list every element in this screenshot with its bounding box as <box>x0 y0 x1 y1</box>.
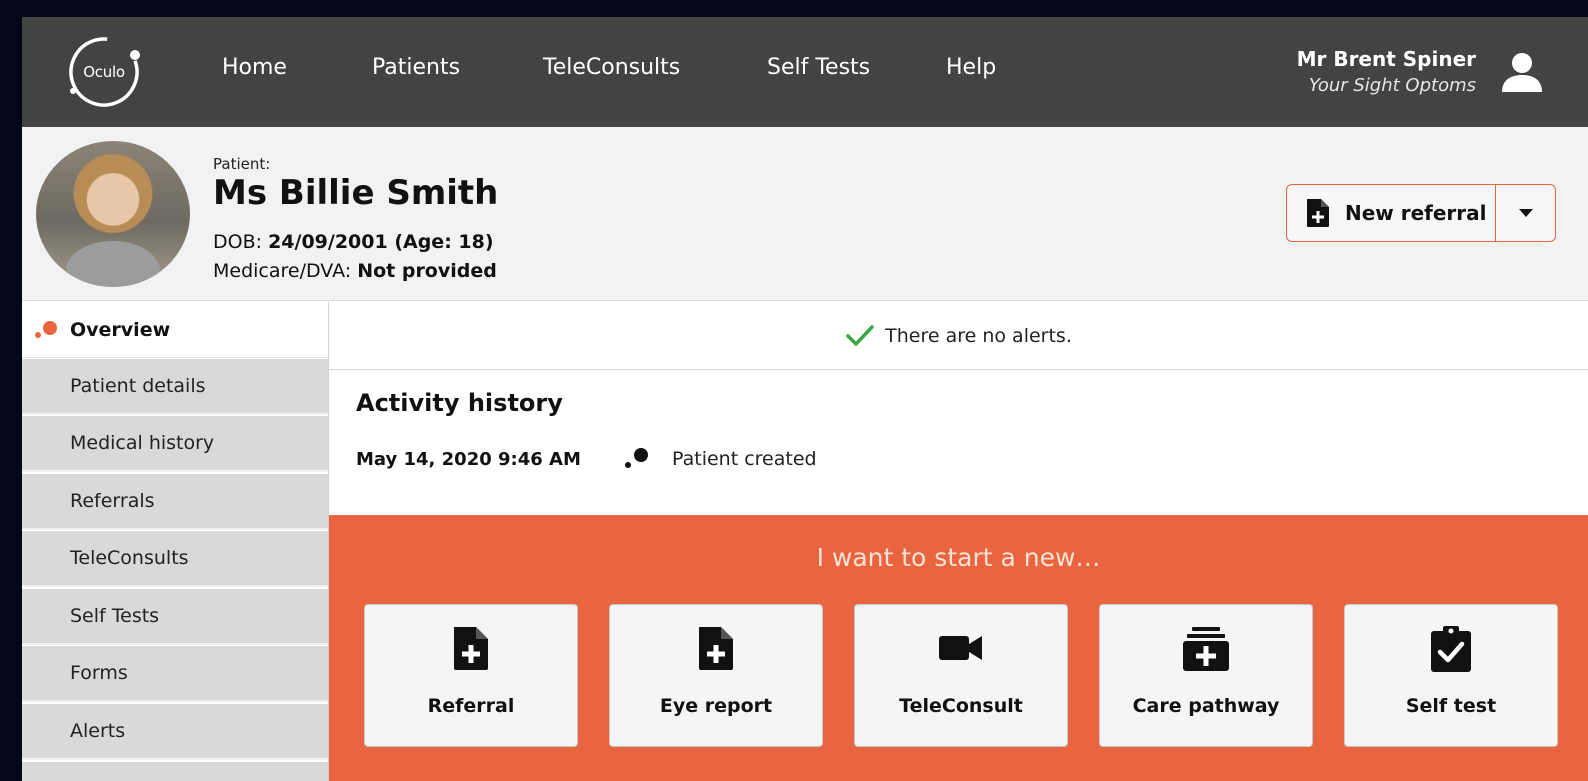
start-care-pathway-card[interactable]: Care pathway <box>1099 604 1313 747</box>
patient-label: Patient: <box>213 155 271 173</box>
sidebar-item-label: Medical history <box>70 432 215 454</box>
start-self-test-card[interactable]: Self test <box>1344 604 1558 747</box>
start-teleconsult-card[interactable]: TeleConsult <box>854 604 1068 747</box>
new-referral-dropdown-toggle[interactable] <box>1495 185 1555 241</box>
sidebar-item-label: Forms <box>70 662 128 684</box>
card-label: Care pathway <box>1132 695 1280 717</box>
nav-self-tests[interactable]: Self Tests <box>767 55 870 80</box>
top-nav-bar: Oculo Home Patients TeleConsults Self Te… <box>22 17 1588 127</box>
pathway-plus-icon <box>1100 625 1312 673</box>
patient-medicare: Medicare/DVA: Not provided <box>213 260 497 282</box>
sidebar-item-alerts[interactable]: Alerts <box>22 704 328 760</box>
new-referral-label: New referral <box>1345 201 1487 225</box>
card-label: Referral <box>427 695 515 717</box>
activity-date: May 14, 2020 9:46 AM <box>356 448 581 470</box>
caret-down-icon <box>1518 209 1533 217</box>
activity-text: Patient created <box>672 448 817 470</box>
avatar-shoulders <box>66 241 160 287</box>
nav-patients[interactable]: Patients <box>372 55 460 80</box>
alerts-banner: There are no alerts. <box>329 302 1588 370</box>
sidebar-item-overview[interactable]: Overview <box>22 302 328 358</box>
sidebar-item-label: Patient details <box>70 375 206 397</box>
dob-label: DOB: <box>213 231 269 253</box>
sidebar-item-patient-details[interactable]: Patient details <box>22 359 328 415</box>
sidebar-item-self-tests[interactable]: Self Tests <box>22 589 328 645</box>
start-new-panel: I want to start a new… Referral Eye repo… <box>329 515 1588 781</box>
file-plus-icon <box>365 625 577 673</box>
nav-teleconsults[interactable]: TeleConsults <box>543 55 680 80</box>
sidebar-item-label: Alerts <box>70 720 126 742</box>
app-window: Oculo Home Patients TeleConsults Self Te… <box>22 17 1588 781</box>
sidebar-item-more[interactable] <box>22 762 328 781</box>
alerts-text: There are no alerts. <box>885 324 1072 347</box>
patient-sidebar: Overview Patient details Medical history… <box>22 302 328 781</box>
nav-home[interactable]: Home <box>222 55 287 80</box>
clipboard-check-icon <box>1345 625 1557 673</box>
sidebar-item-label: Self Tests <box>70 605 160 627</box>
patient-header: Patient: Ms Billie Smith DOB: 24/09/2001… <box>22 127 1588 301</box>
sidebar-item-label: TeleConsults <box>70 547 189 569</box>
checkmark-icon <box>846 324 874 346</box>
start-new-title: I want to start a new… <box>816 543 1101 572</box>
new-referral-button-group: New referral <box>1286 184 1556 242</box>
activity-history-title: Activity history <box>356 389 563 417</box>
user-icon[interactable] <box>1500 50 1544 94</box>
sidebar-item-forms[interactable]: Forms <box>22 646 328 702</box>
nav-help[interactable]: Help <box>946 55 996 80</box>
activity-dot-icon <box>625 448 648 468</box>
card-label: TeleConsult <box>899 695 1023 717</box>
active-indicator-icon <box>35 321 57 338</box>
patient-name: Ms Billie Smith <box>213 173 499 213</box>
sidebar-item-medical-history[interactable]: Medical history <box>22 416 328 472</box>
video-camera-icon <box>855 625 1067 673</box>
dob-value: 24/09/2001 (Age: 18) <box>268 231 494 253</box>
activity-entry: May 14, 2020 9:46 AM Patient created <box>356 445 817 473</box>
logo-text: Oculo <box>83 63 125 81</box>
start-referral-card[interactable]: Referral <box>364 604 578 747</box>
medicare-value: Not provided <box>357 260 497 282</box>
user-name: Mr Brent Spiner <box>1296 47 1476 71</box>
card-label: Self test <box>1405 695 1497 717</box>
sidebar-item-label: Overview <box>70 318 171 341</box>
patient-dob: DOB: 24/09/2001 (Age: 18) <box>213 231 494 253</box>
card-label: Eye report <box>659 695 773 717</box>
oculo-logo[interactable]: Oculo <box>65 33 143 111</box>
file-plus-icon <box>610 625 822 673</box>
medicare-label: Medicare/DVA: <box>213 260 358 282</box>
sidebar-item-label: Referrals <box>70 490 155 512</box>
start-eye-report-card[interactable]: Eye report <box>609 604 823 747</box>
sidebar-item-referrals[interactable]: Referrals <box>22 474 328 530</box>
patient-avatar <box>36 141 190 287</box>
new-referral-button[interactable]: New referral <box>1287 185 1495 241</box>
sidebar-item-teleconsults[interactable]: TeleConsults <box>22 531 328 587</box>
user-organisation: Your Sight Optoms <box>1308 75 1476 96</box>
file-plus-icon <box>1307 199 1329 227</box>
